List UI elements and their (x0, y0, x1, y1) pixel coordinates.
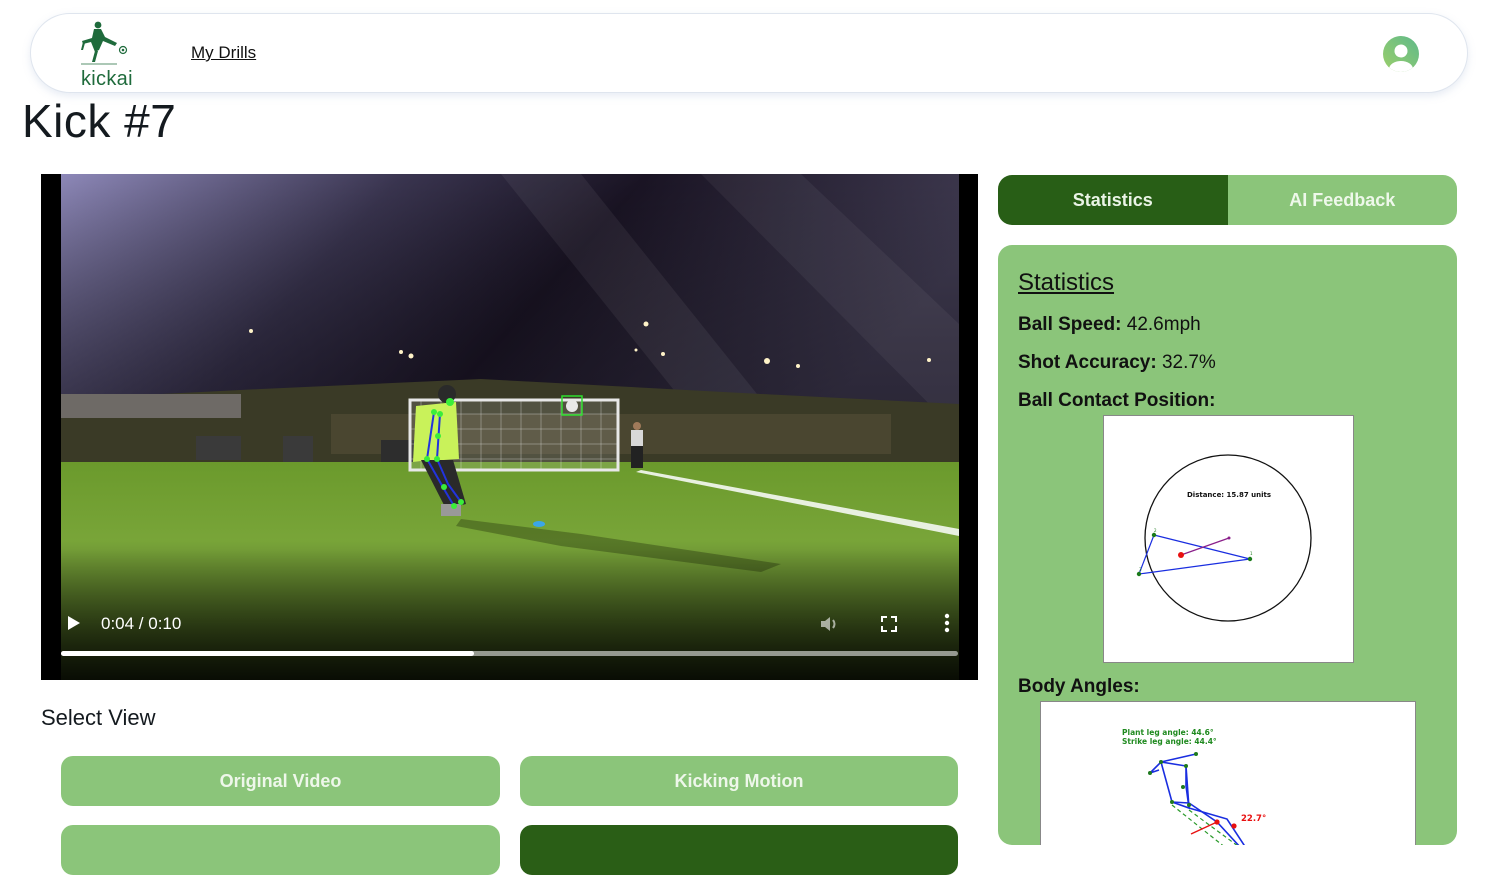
volume-icon[interactable] (819, 614, 841, 634)
video-player[interactable]: 0:04 / 0:10 (41, 174, 978, 680)
ball-speed-stat: Ball Speed: 42.6mph (1018, 314, 1201, 336)
logo-text: kickai (81, 68, 133, 90)
vector-end (1227, 536, 1231, 540)
contact-point (1178, 552, 1184, 558)
strike-leg-angle: Strike leg angle: 44.4° (1122, 737, 1217, 746)
video-progress-bar[interactable] (61, 651, 958, 656)
tab-statistics[interactable]: Statistics (998, 175, 1228, 225)
time-display: 0:04 / 0:10 (101, 614, 182, 633)
body-angles-label: Body Angles: (1018, 676, 1140, 697)
point-label-1: 1 (1250, 551, 1253, 556)
panel-tabs: Statistics AI Feedback (998, 175, 1457, 225)
view-button-3[interactable] (61, 825, 500, 875)
body-angles-chart: Plant leg angle: 44.6° Strike leg angle:… (1040, 701, 1416, 845)
tab-ai-feedback[interactable]: AI Feedback (1227, 175, 1457, 225)
play-icon[interactable] (67, 615, 81, 631)
ball-contact-label: Ball Contact Position: (1018, 390, 1216, 411)
video-controls: 0:04 / 0:10 (41, 590, 978, 680)
shot-accuracy-value: 32.7% (1161, 352, 1216, 373)
shot-accuracy-stat: Shot Accuracy: 32.7% (1018, 352, 1216, 374)
navbar: kickai My Drills (30, 13, 1468, 93)
more-options-icon[interactable] (941, 612, 953, 634)
plant-leg-angle: Plant leg angle: 44.6° (1122, 728, 1214, 737)
angle-annotation: 22.7° (1241, 814, 1266, 824)
shot-accuracy-label: Shot Accuracy: (1018, 352, 1157, 373)
point-label-2: 2 (1154, 528, 1157, 533)
statistics-panel: Statistics Ball Speed: 42.6mph Shot Accu… (998, 245, 1457, 845)
ball-speed-label: Ball Speed: (1018, 314, 1122, 335)
point-3 (1136, 571, 1142, 577)
point-2 (1151, 532, 1157, 538)
original-video-button[interactable]: Original Video (61, 756, 500, 806)
select-view-label: Select View (41, 705, 156, 730)
fullscreen-icon[interactable] (879, 614, 899, 634)
ball-speed-value: 42.6mph (1126, 314, 1201, 335)
kickai-logo[interactable]: kickai (77, 20, 137, 90)
point-1 (1247, 556, 1253, 562)
progress-fill (61, 651, 474, 656)
contact-triangle (1138, 534, 1251, 575)
ball-contact-stat: Ball Contact Position: (1018, 390, 1215, 412)
view-button-4[interactable] (520, 825, 958, 875)
joint-points (1148, 752, 1198, 807)
ball-contact-chart: Distance: 15.87 units 1 2 3 (1103, 415, 1354, 663)
kicker-logo-icon (81, 21, 128, 65)
angle-point-a (1214, 819, 1220, 825)
page-title: Kick #7 (22, 95, 177, 147)
distance-annotation: Distance: 15.87 units (1187, 491, 1271, 499)
my-drills-link[interactable]: My Drills (191, 43, 256, 63)
user-avatar-icon[interactable] (1383, 36, 1419, 72)
statistics-heading: Statistics (1018, 269, 1115, 296)
kicking-motion-button[interactable]: Kicking Motion (520, 756, 958, 806)
body-angles-stat: Body Angles: (1018, 676, 1140, 698)
angle-point-b (1231, 823, 1237, 829)
